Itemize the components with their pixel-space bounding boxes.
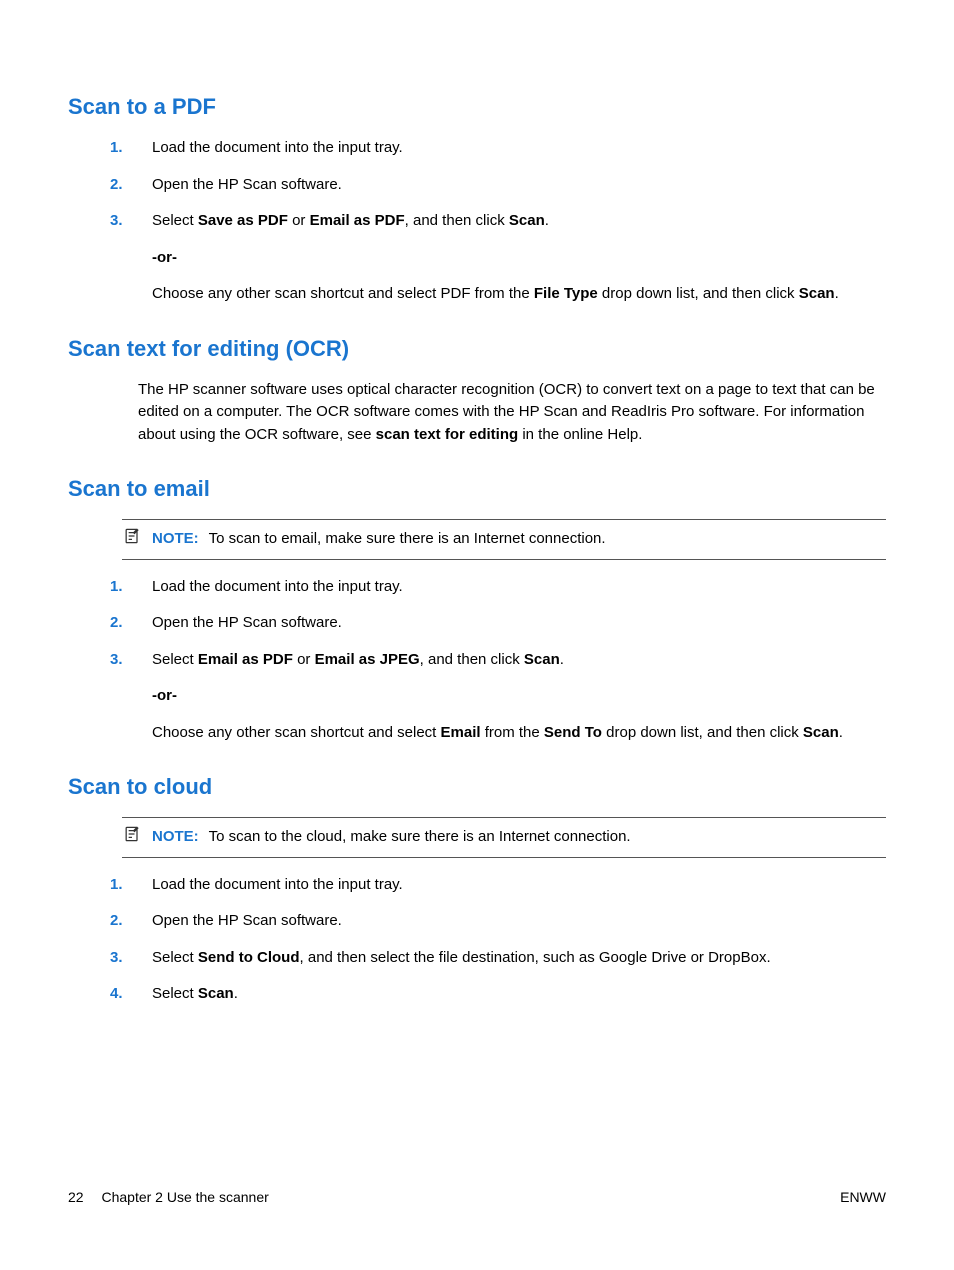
step-number: 1. [110,576,123,599]
step-text: Select Send to Cloud, and then select th… [152,949,771,966]
step-number: 3. [110,947,123,970]
page-footer: 22 Chapter 2 Use the scanner ENWW [68,1187,886,1208]
step-text: Open the HP Scan software. [152,912,342,929]
heading-scan-to-pdf: Scan to a PDF [68,90,886,123]
step-text: Open the HP Scan software. [152,614,342,631]
or-text: -or- [152,247,886,270]
heading-scan-ocr: Scan text for editing (OCR) [68,332,886,365]
note-box: NOTE: To scan to the cloud, make sure the… [122,817,886,858]
list-item: 2. Open the HP Scan software. [152,612,886,635]
footer-right: ENWW [840,1187,886,1208]
note-text: To scan to the cloud, make sure there is… [209,828,631,845]
list-item: 3. Select Save as PDF or Email as PDF, a… [152,210,886,306]
list-item: 1. Load the document into the input tray… [152,576,886,599]
step-number: 4. [110,983,123,1006]
list-item: 1. Load the document into the input tray… [152,137,886,160]
list-email: 1. Load the document into the input tray… [68,576,886,745]
page-number: 22 [68,1189,84,1205]
step-text: Select Scan. [152,985,238,1002]
note-box: NOTE: To scan to email, make sure there i… [122,519,886,560]
step-number: 1. [110,137,123,160]
list-item: 2. Open the HP Scan software. [152,910,886,933]
step-number: 3. [110,210,123,233]
step-number: 2. [110,612,123,635]
note-label: NOTE: [152,530,199,547]
or-text: -or- [152,685,886,708]
note-text: To scan to email, make sure there is an … [209,530,606,547]
list-item: 2. Open the HP Scan software. [152,174,886,197]
step-text: Open the HP Scan software. [152,176,342,193]
step-text: Select Save as PDF or Email as PDF, and … [152,212,549,229]
list-cloud: 1. Load the document into the input tray… [68,874,886,1006]
step-number: 1. [110,874,123,897]
note-label: NOTE: [152,828,199,845]
chapter-label: Chapter 2 Use the scanner [101,1189,268,1205]
ocr-paragraph: The HP scanner software uses optical cha… [68,379,886,447]
step-number: 2. [110,910,123,933]
list-item: 3. Select Send to Cloud, and then select… [152,947,886,970]
alt-text: Choose any other scan shortcut and selec… [152,283,886,306]
step-number: 2. [110,174,123,197]
alt-text: Choose any other scan shortcut and selec… [152,722,886,745]
heading-scan-cloud: Scan to cloud [68,770,886,803]
step-text: Load the document into the input tray. [152,139,403,156]
step-text: Load the document into the input tray. [152,876,403,893]
step-text: Select Email as PDF or Email as JPEG, an… [152,651,564,668]
note-icon [122,824,142,844]
list-item: 3. Select Email as PDF or Email as JPEG,… [152,649,886,745]
list-pdf: 1. Load the document into the input tray… [68,137,886,306]
note-icon [122,526,142,546]
footer-left: 22 Chapter 2 Use the scanner [68,1187,269,1208]
list-item: 1. Load the document into the input tray… [152,874,886,897]
list-item: 4. Select Scan. [152,983,886,1006]
heading-scan-email: Scan to email [68,472,886,505]
step-number: 3. [110,649,123,672]
step-text: Load the document into the input tray. [152,578,403,595]
